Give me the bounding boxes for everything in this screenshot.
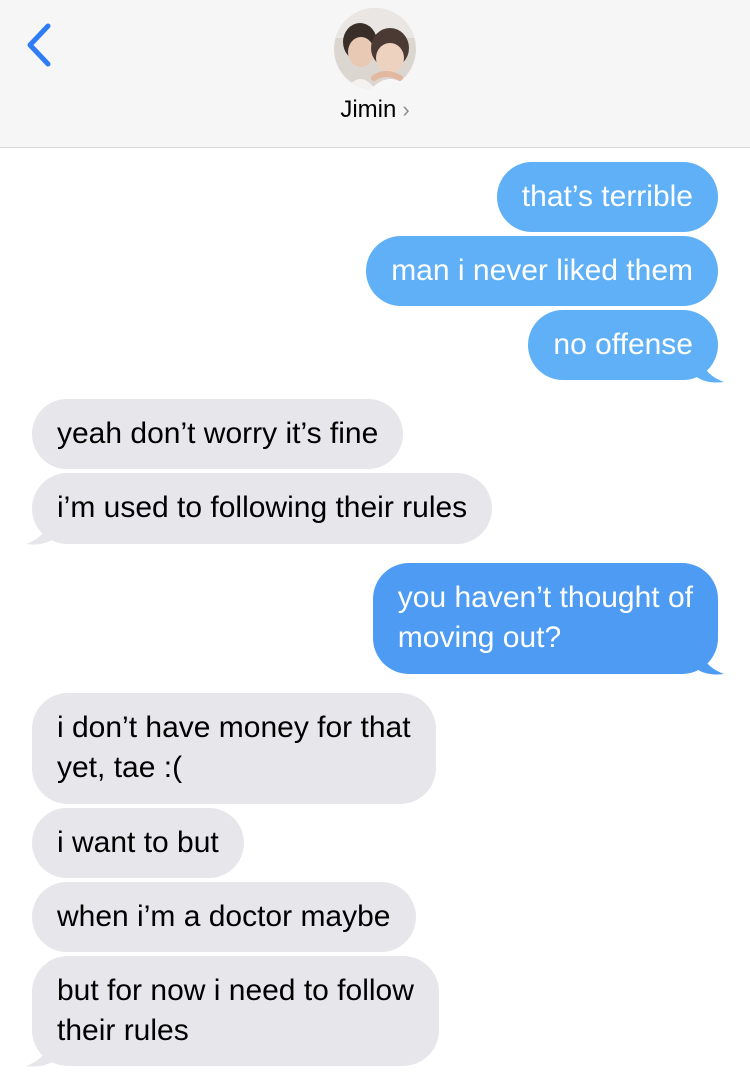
conversation-screen: Jimin › that’s terrible man i never liked…: [0, 0, 750, 1081]
sent-message-bubble[interactable]: man i never liked them: [366, 236, 718, 306]
contact-name: Jimin: [340, 96, 397, 123]
received-message-bubble[interactable]: when i’m a doctor maybe: [32, 882, 416, 952]
chevron-left-icon: [27, 23, 51, 67]
conversation-header: Jimin ›: [0, 0, 750, 148]
contact-name-button[interactable]: Jimin ›: [0, 96, 750, 124]
message-text: i’m used to following their rules: [57, 491, 468, 524]
received-message-bubble[interactable]: i don’t have money for that yet, tae :(: [32, 693, 436, 804]
message-text-line: i don’t have money for that: [57, 711, 411, 744]
sent-message-bubble[interactable]: you haven’t thought of moving out?: [372, 563, 718, 674]
sent-bubble-tail: [694, 350, 724, 383]
message-text-line: yet, tae :(: [57, 751, 183, 784]
message-text: i want to but: [57, 826, 219, 859]
sent-bubble-tail: [694, 642, 724, 675]
message-text: when i’m a doctor maybe: [57, 900, 391, 933]
received-message-bubble[interactable]: i’m used to following their rules: [32, 473, 493, 544]
contact-avatar[interactable]: [334, 8, 416, 90]
received-bubble-tail: [26, 512, 56, 545]
message-text-line: but for now i need to follow: [57, 974, 414, 1007]
message-text: no offense: [553, 328, 693, 361]
message-text-line: moving out?: [397, 621, 562, 654]
sent-message-bubble[interactable]: no offense: [528, 310, 718, 380]
back-button[interactable]: [18, 20, 62, 70]
message-text: that’s terrible: [521, 180, 693, 213]
received-bubble-tail: [26, 1034, 56, 1067]
sent-message-bubble[interactable]: that’s terrible: [496, 162, 718, 232]
received-message-bubble[interactable]: but for now i need to follow their rules: [32, 956, 439, 1066]
chevron-right-icon: ›: [402, 97, 410, 122]
message-text: yeah don’t worry it’s fine: [57, 417, 379, 450]
message-text-line: their rules: [57, 1014, 189, 1047]
received-message-bubble[interactable]: i want to but: [32, 808, 244, 878]
message-text: man i never liked them: [391, 254, 693, 287]
message-text-line: you haven’t thought of: [397, 581, 693, 614]
received-message-bubble[interactable]: yeah don’t worry it’s fine: [32, 399, 404, 469]
